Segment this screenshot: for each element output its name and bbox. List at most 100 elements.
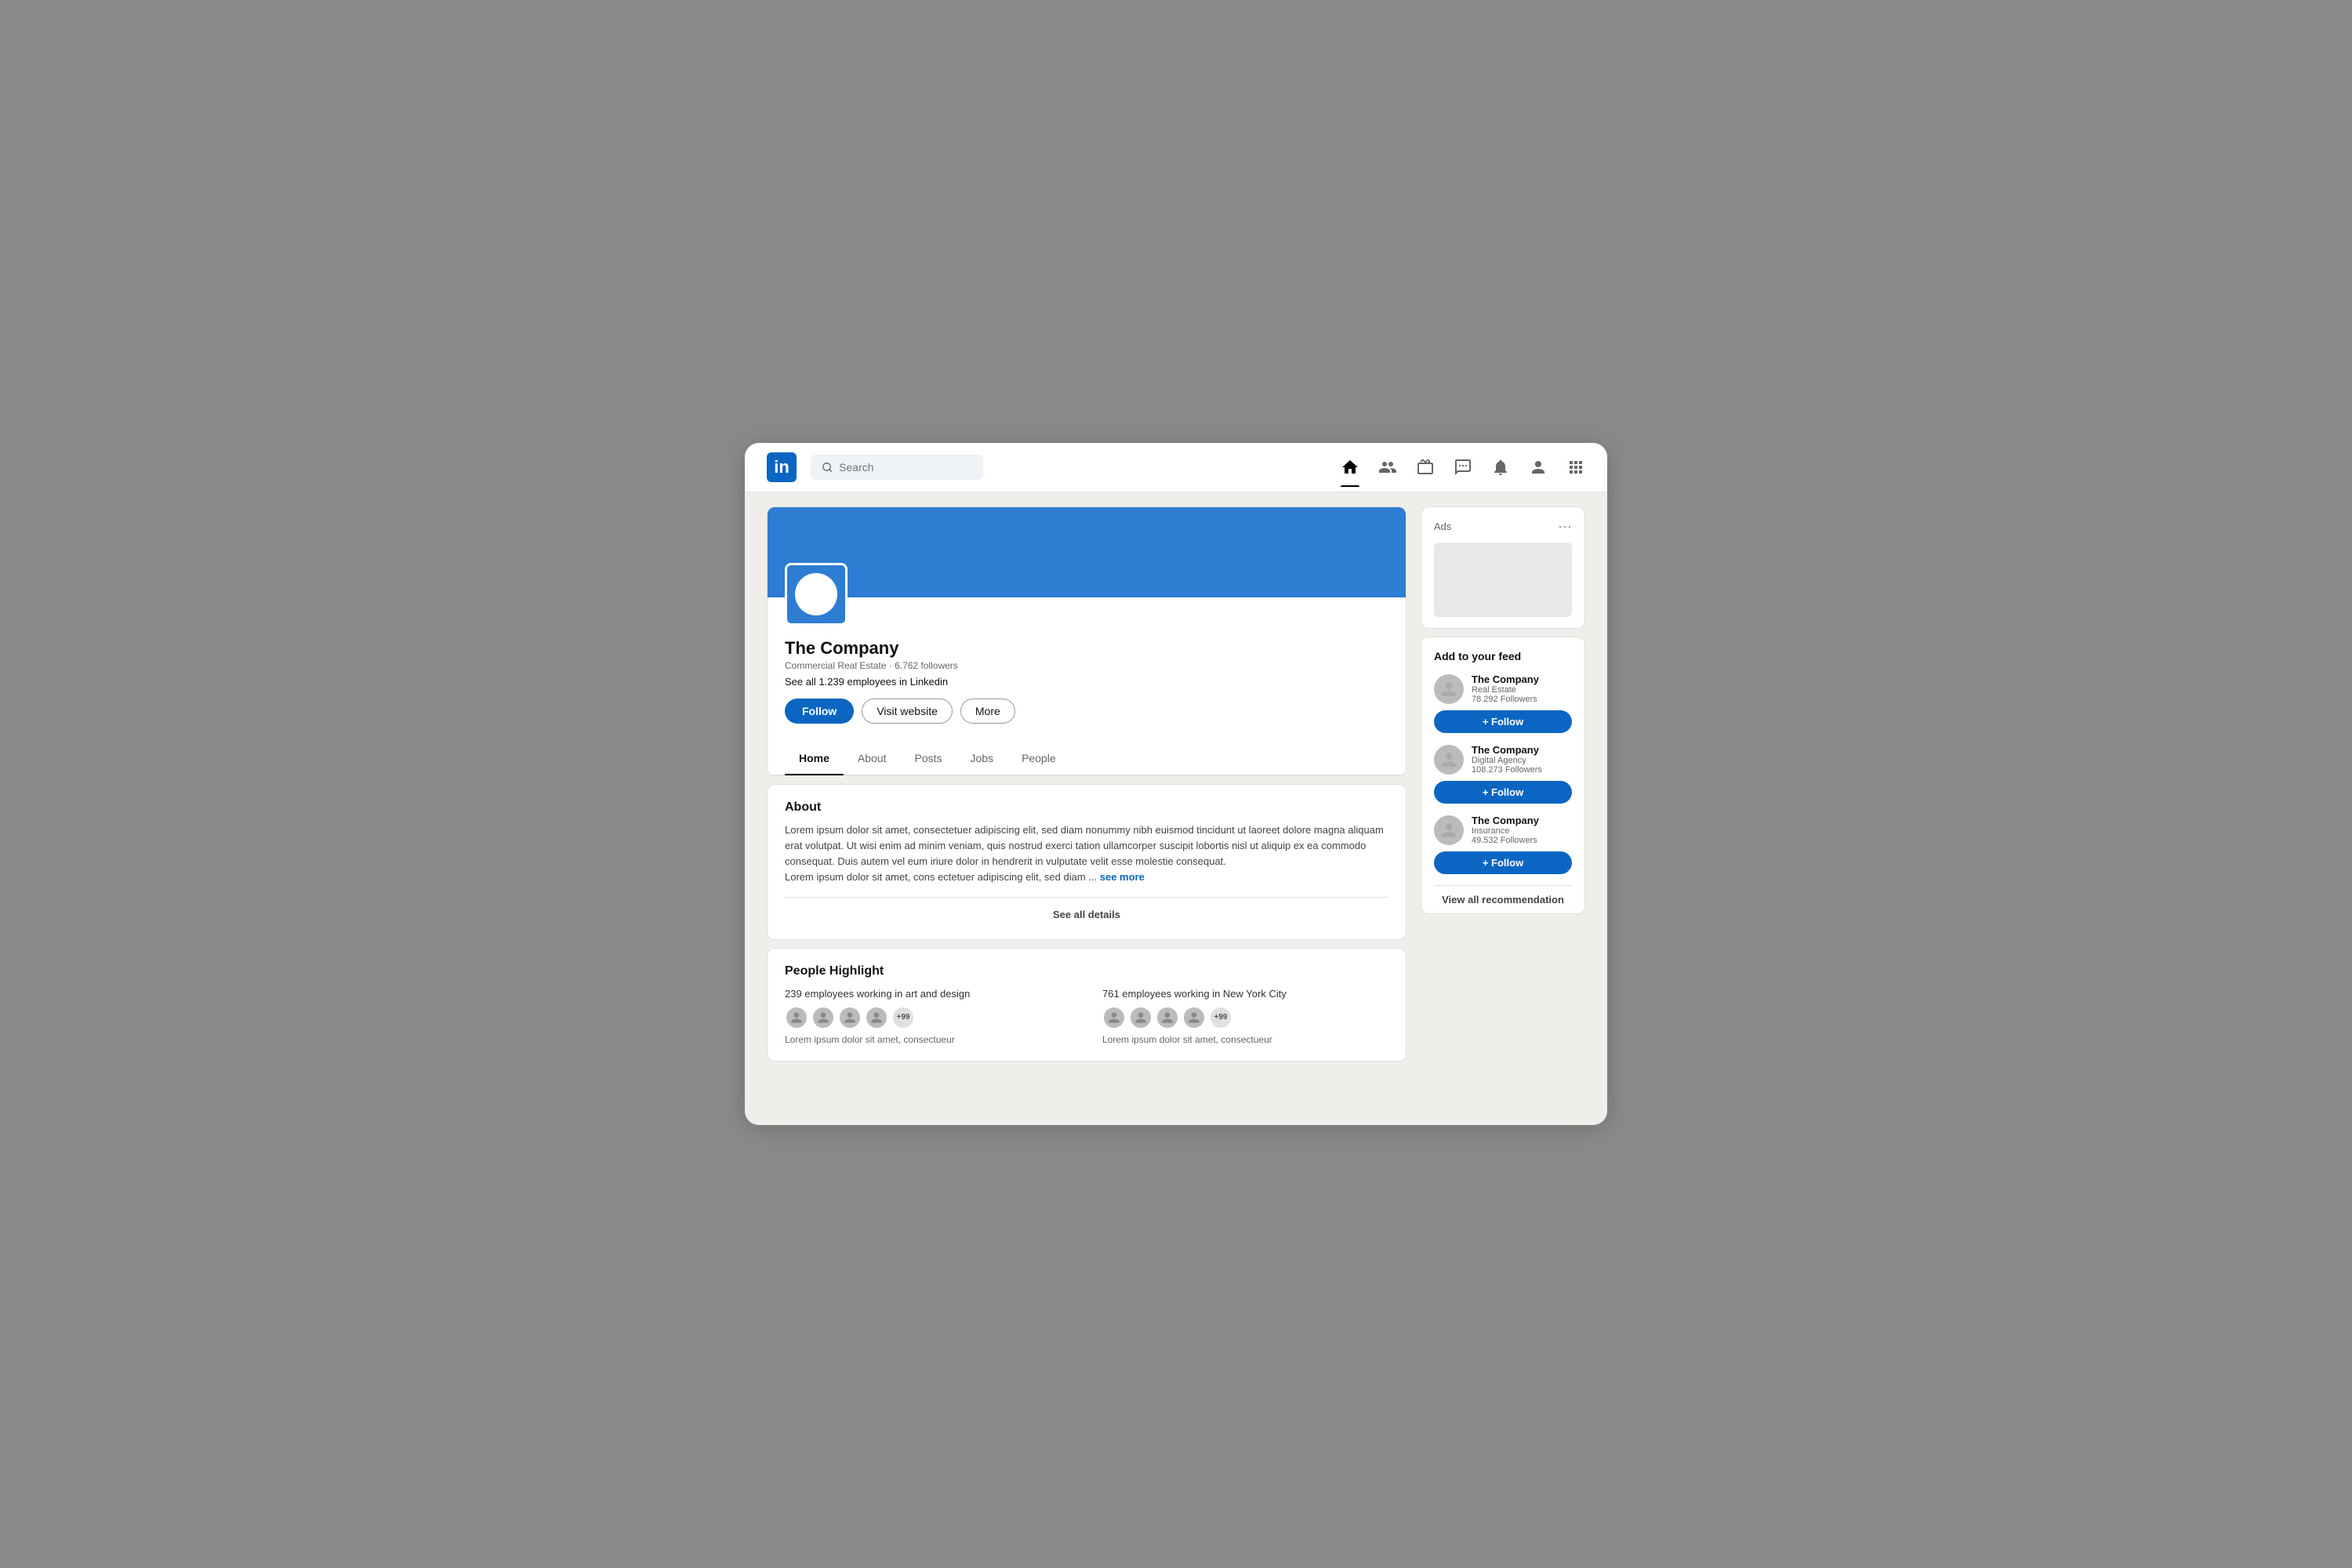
feed-item-2-sub: Digital Agency: [1472, 756, 1572, 765]
company-name: The Company: [785, 638, 1388, 659]
feed-card: Add to your feed The Company Real Estate…: [1421, 637, 1585, 914]
avatar-4: [865, 1006, 888, 1029]
browser-window: in: [745, 443, 1607, 1125]
nav-messaging[interactable]: [1454, 458, 1472, 477]
people-grid: 239 employees working in art and design: [785, 988, 1388, 1045]
followers-text: 6.762 followers: [895, 660, 958, 671]
feed-avatar-2: [1434, 745, 1464, 775]
feed-item-1-sub: Real Estate: [1472, 685, 1572, 695]
search-bar[interactable]: [811, 455, 983, 480]
people-group-2-desc: Lorem ipsum dolor sit amet, consectueur: [1102, 1034, 1388, 1045]
feed-title: Add to your feed: [1434, 650, 1572, 662]
tab-home[interactable]: Home: [785, 742, 844, 775]
about-text: Lorem ipsum dolor sit amet, consectetuer…: [785, 822, 1388, 886]
search-input[interactable]: [839, 461, 972, 474]
home-icon: [1341, 458, 1359, 477]
people-highlight-title: People Highlight: [785, 964, 1388, 978]
see-all-details-link[interactable]: See all details: [785, 897, 1388, 924]
avatar-6: [1129, 1006, 1152, 1029]
nav-bar: in: [745, 443, 1607, 492]
avatar-7: [1156, 1006, 1179, 1029]
profile-icon: [1529, 458, 1548, 477]
avatar-row-2: +99: [1102, 1006, 1388, 1029]
feed-follow-button-2[interactable]: + Follow: [1434, 781, 1572, 804]
tab-posts[interactable]: Posts: [901, 742, 956, 775]
people-highlight-section: People Highlight 239 employees working i…: [767, 948, 1406, 1062]
feed-follow-button-1[interactable]: + Follow: [1434, 710, 1572, 733]
people-icon: [1378, 458, 1397, 477]
profile-card: The Company Commercial Real Estate · 6.7…: [767, 506, 1406, 776]
avatar-5: [1102, 1006, 1126, 1029]
tab-jobs[interactable]: Jobs: [956, 742, 1008, 775]
more-button[interactable]: More: [960, 699, 1015, 724]
ads-card: Ads ···: [1421, 506, 1585, 629]
feed-follow-button-3[interactable]: + Follow: [1434, 851, 1572, 874]
feed-item-2: The Company Digital Agency 108.273 Follo…: [1434, 744, 1572, 804]
search-icon: [822, 461, 833, 474]
company-industry: Commercial Real Estate · 6.762 followers: [785, 660, 1388, 671]
avatar-2: [811, 1006, 835, 1029]
feed-item-3-sub: Insurance: [1472, 826, 1572, 836]
company-logo-circle: [795, 573, 837, 615]
right-column: Ads ··· Add to your feed The Company: [1421, 506, 1585, 914]
visit-website-button[interactable]: Visit website: [862, 699, 953, 724]
jobs-icon: [1416, 458, 1435, 477]
avatar-row-1: +99: [785, 1006, 1071, 1029]
feed-avatar-3: [1434, 815, 1464, 845]
ads-dots[interactable]: ···: [1558, 518, 1572, 535]
see-more-link[interactable]: see more: [1100, 871, 1145, 883]
feed-item-3: The Company Insurance 49.532 Followers +…: [1434, 815, 1572, 874]
tab-people[interactable]: People: [1007, 742, 1070, 775]
linkedin-logo: in: [767, 452, 797, 482]
feed-item-2-name: The Company: [1472, 744, 1572, 756]
people-group-2: 761 employees working in New York City: [1102, 988, 1388, 1045]
feed-item-1-top: The Company Real Estate 78.292 Followers: [1434, 673, 1572, 704]
feed-item-2-info: The Company Digital Agency 108.273 Follo…: [1472, 744, 1572, 775]
feed-item-1-info: The Company Real Estate 78.292 Followers: [1472, 673, 1572, 704]
notifications-icon: [1491, 458, 1510, 477]
feed-item-1: The Company Real Estate 78.292 Followers…: [1434, 673, 1572, 733]
messaging-icon: [1454, 458, 1472, 477]
grid-icon: [1566, 458, 1585, 477]
profile-tabs: Home About Posts Jobs People: [768, 742, 1406, 775]
follow-button[interactable]: Follow: [785, 699, 854, 724]
feed-avatar-1: [1434, 674, 1464, 704]
nav-notifications[interactable]: [1491, 458, 1510, 477]
feed-item-1-followers: 78.292 Followers: [1472, 695, 1572, 704]
tab-about[interactable]: About: [844, 742, 901, 775]
about-section: About Lorem ipsum dolor sit amet, consec…: [767, 784, 1406, 940]
feed-item-3-info: The Company Insurance 49.532 Followers: [1472, 815, 1572, 845]
nav-work[interactable]: [1566, 458, 1585, 477]
left-column: The Company Commercial Real Estate · 6.7…: [767, 506, 1406, 1062]
about-title: About: [785, 800, 1388, 815]
avatar-1: [785, 1006, 808, 1029]
nav-me[interactable]: [1529, 458, 1548, 477]
avatar-3: [838, 1006, 862, 1029]
avatar-more-1: +99: [891, 1006, 915, 1029]
avatar-more-2: +99: [1209, 1006, 1232, 1029]
nav-jobs[interactable]: [1416, 458, 1435, 477]
people-group-1-title: 239 employees working in art and design: [785, 988, 1071, 1000]
feed-item-1-name: The Company: [1472, 673, 1572, 685]
profile-actions: Follow Visit website More: [785, 699, 1388, 724]
profile-info: The Company Commercial Real Estate · 6.7…: [768, 626, 1406, 738]
ads-image: [1434, 543, 1572, 617]
people-group-1-desc: Lorem ipsum dolor sit amet, consectueur: [785, 1034, 1071, 1045]
nav-icons: [1341, 458, 1585, 477]
feed-item-3-name: The Company: [1472, 815, 1572, 826]
separator: ·: [889, 660, 895, 671]
avatar-8: [1182, 1006, 1206, 1029]
feed-item-3-top: The Company Insurance 49.532 Followers: [1434, 815, 1572, 845]
employees-link[interactable]: See all 1.239 employees in Linkedin: [785, 676, 1388, 688]
ads-header: Ads ···: [1434, 518, 1572, 535]
industry-text: Commercial Real Estate: [785, 660, 886, 671]
company-logo-wrap: [785, 563, 848, 626]
nav-network[interactable]: [1378, 458, 1397, 477]
nav-home[interactable]: [1341, 458, 1359, 477]
view-all-link[interactable]: View all recommendation: [1434, 885, 1572, 906]
main-content: The Company Commercial Real Estate · 6.7…: [745, 492, 1607, 1076]
ads-title: Ads: [1434, 521, 1451, 532]
people-group-2-title: 761 employees working in New York City: [1102, 988, 1388, 1000]
feed-item-3-followers: 49.532 Followers: [1472, 836, 1572, 845]
feed-item-2-followers: 108.273 Followers: [1472, 765, 1572, 775]
